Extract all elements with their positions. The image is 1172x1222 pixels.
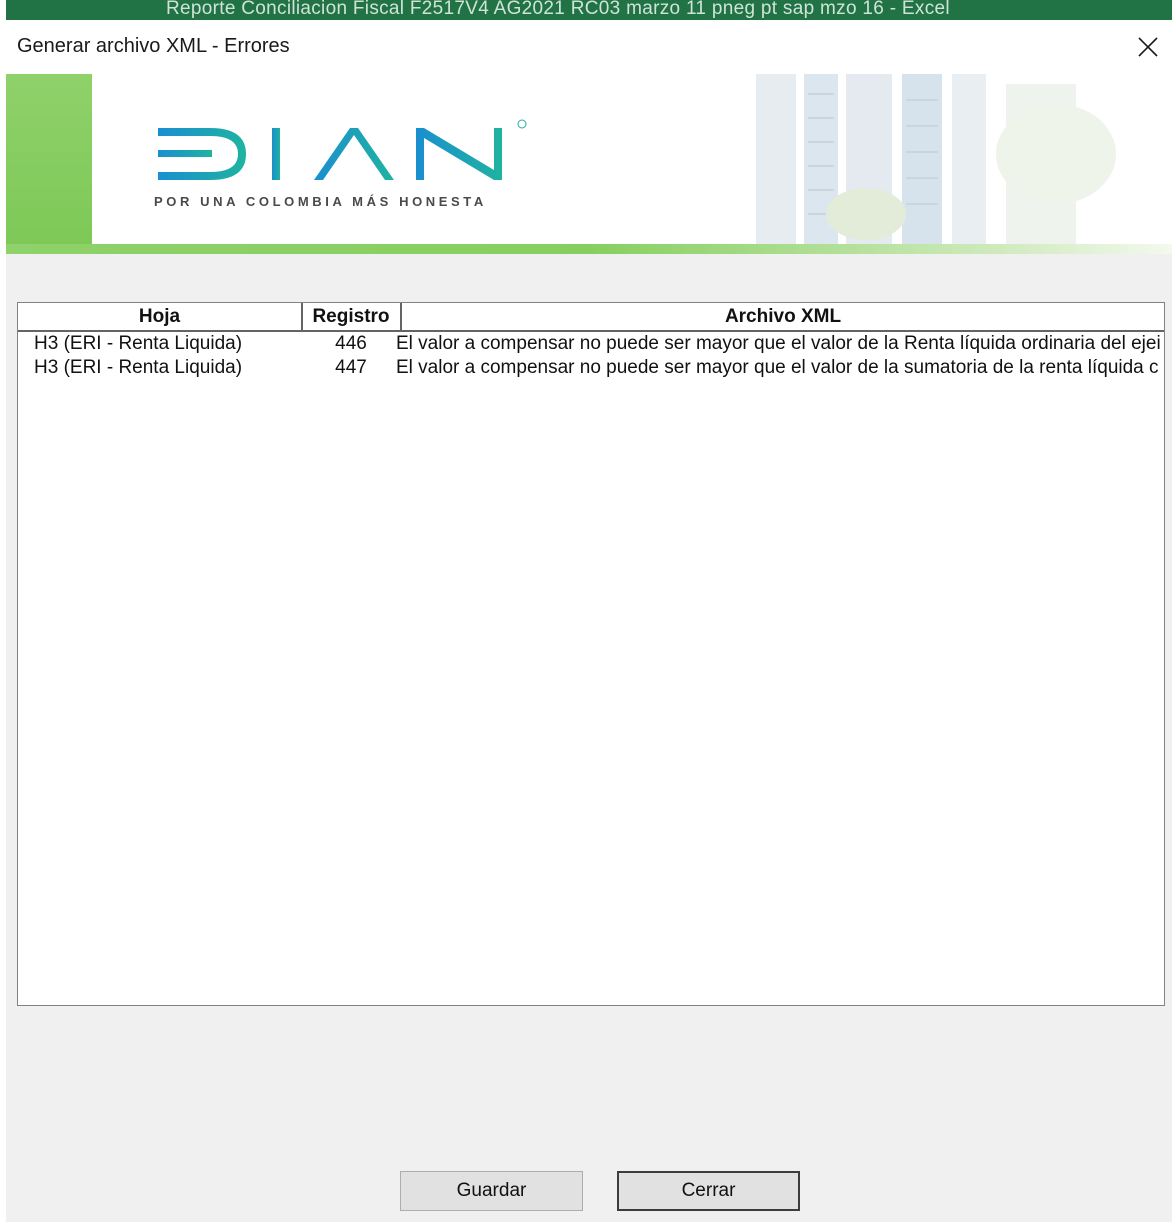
column-header-hoja[interactable]: Hoja [18, 303, 301, 330]
save-button[interactable]: Guardar [400, 1171, 583, 1211]
close-window-button[interactable] [1124, 24, 1172, 70]
cell-registro: 447 [335, 357, 367, 378]
column-header-registro[interactable]: Registro [303, 303, 399, 330]
table-row[interactable]: H3 (ERI - Renta Liquida) 447 El valor a … [18, 356, 1164, 380]
close-icon [1138, 37, 1158, 57]
background-excel-titlebar: Reporte Conciliacion Fiscal F2517V4 AG20… [6, 0, 1172, 20]
errors-table[interactable]: Hoja Registro Archivo XML H3 (ERI - Rent… [17, 302, 1165, 1006]
cell-hoja: H3 (ERI - Renta Liquida) [34, 357, 243, 378]
banner-green-underline [6, 244, 1172, 254]
close-button[interactable]: Cerrar [617, 1171, 800, 1211]
cell-registro: 446 [335, 333, 367, 354]
dialog-titlebar: Generar archivo XML - Errores [6, 20, 1172, 74]
table-header: Hoja Registro Archivo XML [18, 303, 1164, 332]
building-decoration [756, 74, 1116, 244]
banner-green-stripe [6, 74, 92, 254]
dialog-title: Generar archivo XML - Errores [17, 35, 290, 57]
cell-archivo-xml: El valor a compensar no puede ser mayor … [396, 333, 1161, 354]
column-header-archivo-xml[interactable]: Archivo XML [402, 303, 1164, 330]
background-excel-title: Reporte Conciliacion Fiscal F2517V4 AG20… [166, 0, 950, 19]
cell-hoja: H3 (ERI - Renta Liquida) [34, 333, 243, 354]
errors-dialog: Generar archivo XML - Errores POR UNA CO… [6, 20, 1172, 1222]
cell-archivo-xml: El valor a compensar no puede ser mayor … [396, 357, 1159, 378]
dian-banner: POR UNA COLOMBIA MÁS HONESTA [6, 74, 1172, 254]
dian-tagline: POR UNA COLOMBIA MÁS HONESTA [154, 194, 487, 209]
table-body: H3 (ERI - Renta Liquida) 446 El valor a … [18, 332, 1164, 380]
dian-logo [158, 119, 527, 180]
table-row[interactable]: H3 (ERI - Renta Liquida) 446 El valor a … [18, 332, 1164, 356]
